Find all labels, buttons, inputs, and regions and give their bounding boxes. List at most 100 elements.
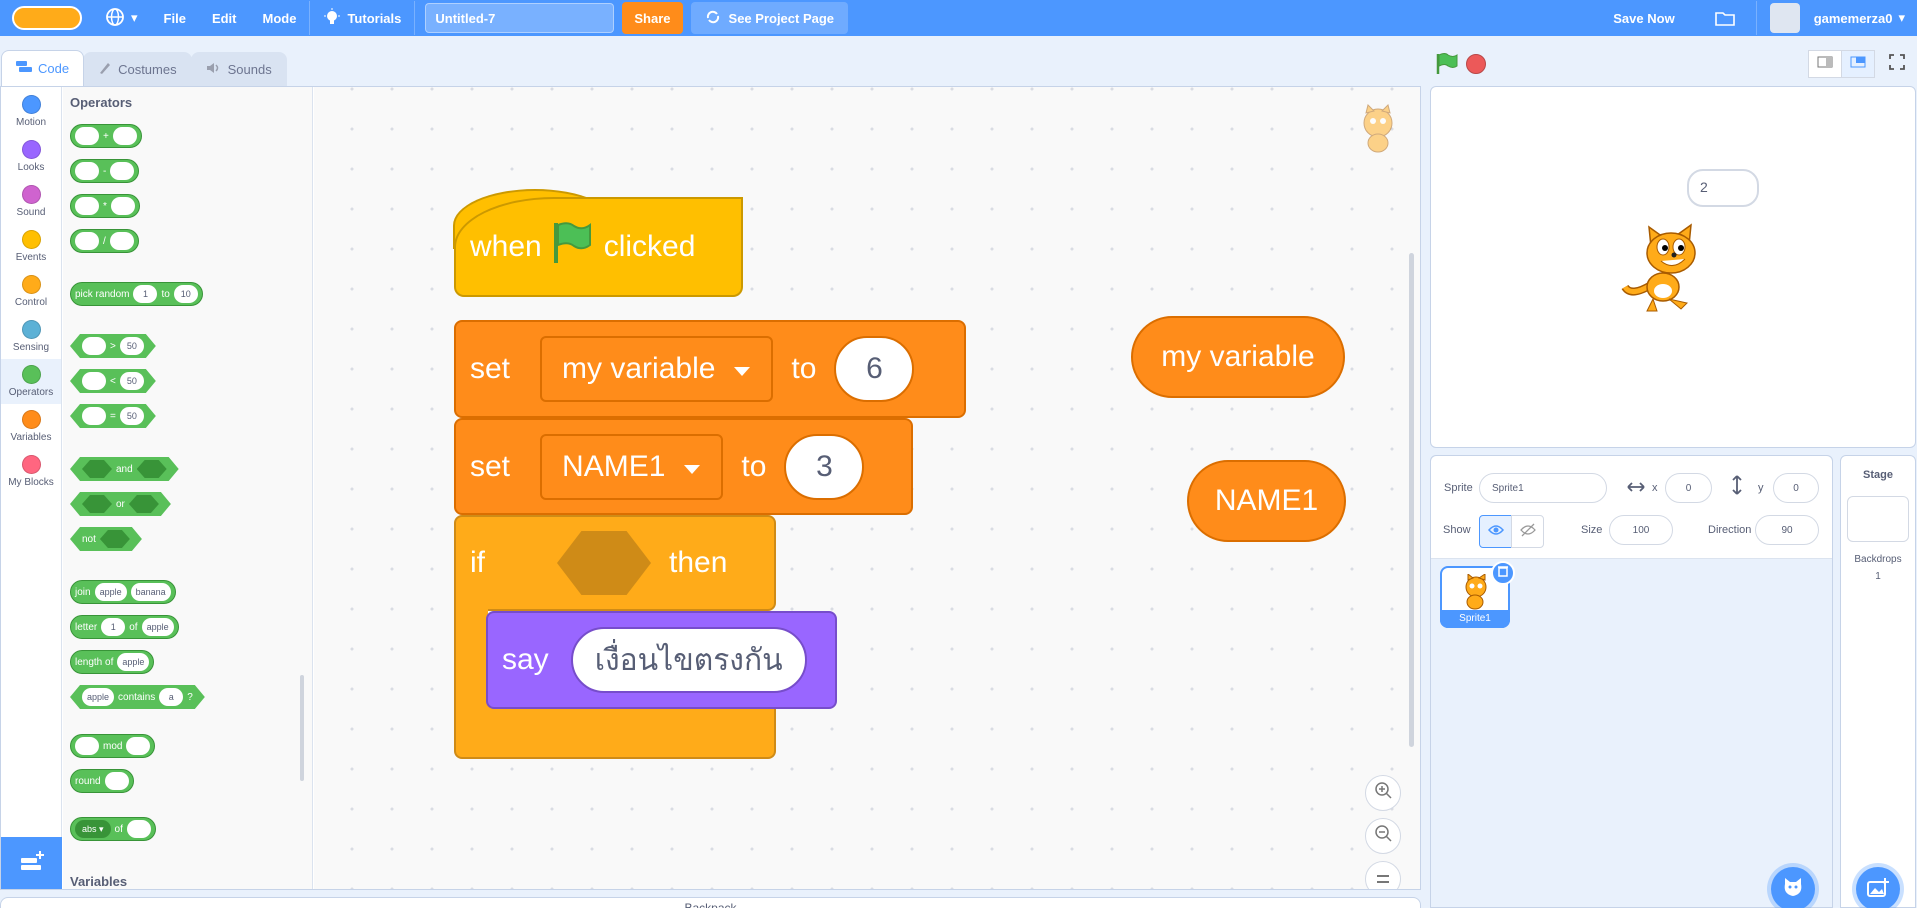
contains-block[interactable]: apple contains a ?	[70, 685, 205, 709]
see-project-page-button[interactable]: See Project Page	[690, 2, 849, 34]
category-motion[interactable]: Motion	[1, 89, 61, 134]
input-slot[interactable]: apple	[94, 583, 127, 601]
edit-menu[interactable]: Edit	[199, 0, 250, 36]
small-stage-button[interactable]	[1808, 50, 1842, 78]
boolean-slot[interactable]	[82, 495, 112, 513]
palette-scrollbar[interactable]	[300, 675, 304, 781]
x-input[interactable]: 0	[1665, 473, 1712, 503]
tutorials-button[interactable]: Tutorials	[310, 0, 414, 36]
category-sensing[interactable]: Sensing	[1, 314, 61, 359]
sprite-name-input[interactable]: Sprite1	[1479, 473, 1607, 503]
input-slot[interactable]	[82, 372, 106, 390]
input-slot[interactable]	[104, 772, 129, 790]
add-extension-button[interactable]	[1, 837, 62, 889]
mod-block[interactable]: mod	[70, 734, 156, 758]
variable-reporter[interactable]: NAME1	[1187, 460, 1346, 542]
my-stuff-folder-icon[interactable]	[1702, 0, 1748, 36]
say-text-input[interactable]: เงื่อนไขตรงกัน	[570, 627, 807, 693]
variable-reporter[interactable]: my variable	[1131, 316, 1345, 398]
value-input[interactable]: 3	[784, 433, 865, 500]
less-than-block[interactable]: <50	[70, 369, 156, 393]
math-function-block[interactable]: abs ▾ of	[70, 817, 156, 841]
zoom-in-button[interactable]	[1365, 775, 1401, 811]
stage-canvas[interactable]: 2	[1430, 86, 1916, 448]
input-slot[interactable]	[109, 232, 134, 250]
input-slot[interactable]	[75, 232, 99, 250]
input-slot[interactable]: apple	[82, 688, 114, 706]
choose-backdrop-button[interactable]	[1856, 867, 1900, 908]
not-block[interactable]: not	[70, 527, 142, 551]
multiply-block[interactable]: *	[70, 194, 140, 218]
variable-dropdown[interactable]: my variable	[540, 336, 774, 402]
subtract-block[interactable]: -	[70, 159, 140, 183]
join-block[interactable]: join apple banana	[70, 580, 176, 604]
tab-sounds[interactable]: Sounds	[190, 52, 287, 86]
divide-block[interactable]: /	[70, 229, 139, 253]
input-slot[interactable]	[126, 820, 151, 838]
input-slot[interactable]: 50	[120, 407, 144, 425]
scratch-logo[interactable]	[12, 3, 82, 33]
stop-button[interactable]	[1466, 54, 1486, 74]
input-slot[interactable]	[112, 127, 137, 145]
variable-dropdown[interactable]: NAME1	[540, 433, 724, 500]
direction-input[interactable]: 90	[1755, 515, 1819, 545]
boolean-slot[interactable]	[82, 460, 112, 478]
input-slot[interactable]: 50	[120, 372, 144, 390]
choose-sprite-button[interactable]	[1771, 867, 1815, 908]
length-of-block[interactable]: length of apple	[70, 650, 155, 674]
tab-costumes[interactable]: Costumes	[83, 52, 192, 86]
input-slot[interactable]: 50	[120, 337, 144, 355]
zoom-out-button[interactable]	[1365, 818, 1401, 854]
input-slot[interactable]	[110, 197, 135, 215]
stage-thumbnail[interactable]	[1847, 496, 1909, 542]
size-input[interactable]: 100	[1609, 515, 1673, 545]
input-slot[interactable]: banana	[130, 583, 171, 601]
mode-menu[interactable]: Mode	[250, 0, 310, 36]
category-variables[interactable]: Variables	[1, 404, 61, 449]
input-slot[interactable]	[75, 737, 99, 755]
if-then-block[interactable]: if then	[454, 515, 776, 611]
input-slot[interactable]: apple	[141, 618, 174, 636]
input-slot[interactable]: apple	[117, 653, 150, 671]
input-slot[interactable]	[110, 162, 135, 180]
input-slot[interactable]: 1	[133, 285, 158, 303]
boolean-slot[interactable]	[137, 460, 167, 478]
input-slot[interactable]: a	[159, 688, 183, 706]
cat-sprite[interactable]	[1621, 217, 1721, 322]
when-flag-clicked-block[interactable]: when clicked	[454, 197, 743, 297]
input-slot[interactable]	[75, 197, 99, 215]
tab-code[interactable]: Code	[1, 50, 85, 86]
input-slot[interactable]	[82, 337, 106, 355]
project-title-input[interactable]	[425, 3, 615, 33]
and-block[interactable]: and	[70, 457, 179, 481]
equals-block[interactable]: = 50	[70, 404, 156, 428]
letter-of-block[interactable]: letter 1 of apple	[70, 615, 179, 639]
or-block[interactable]: or	[70, 492, 171, 516]
input-slot[interactable]	[75, 162, 99, 180]
input-slot[interactable]: 1	[101, 618, 126, 636]
green-flag-button[interactable]	[1435, 52, 1459, 81]
say-block[interactable]: say เงื่อนไขตรงกัน	[486, 611, 837, 709]
category-control[interactable]: Control	[1, 269, 61, 314]
workspace-scrollbar[interactable]	[1409, 253, 1414, 747]
category-events[interactable]: Events	[1, 224, 61, 269]
round-block[interactable]: round	[70, 769, 134, 793]
empty-condition-slot[interactable]	[557, 531, 651, 595]
stage-selector[interactable]: Stage Backdrops 1	[1840, 455, 1916, 908]
category-operators[interactable]: Operators	[1, 359, 61, 404]
set-variable-block[interactable]: set my variable to 6	[454, 320, 966, 418]
file-menu[interactable]: File	[151, 0, 199, 36]
input-slot[interactable]	[126, 737, 151, 755]
category-my-blocks[interactable]: My Blocks	[1, 449, 61, 494]
category-sound[interactable]: Sound	[1, 179, 61, 224]
input-slot[interactable]	[75, 127, 99, 145]
backpack-header[interactable]: Backpack	[0, 897, 1421, 908]
account-menu[interactable]: gamemerza0 ▾	[1757, 0, 1917, 36]
script-workspace[interactable]: when clicked set my variable to 6 set NA…	[314, 87, 1420, 889]
input-slot[interactable]	[82, 407, 106, 425]
greater-than-block[interactable]: >50	[70, 334, 156, 358]
y-input[interactable]: 0	[1773, 473, 1819, 503]
reset-zoom-button[interactable]	[1365, 861, 1401, 889]
large-stage-button[interactable]	[1841, 50, 1875, 78]
add-block[interactable]: +	[70, 124, 142, 148]
